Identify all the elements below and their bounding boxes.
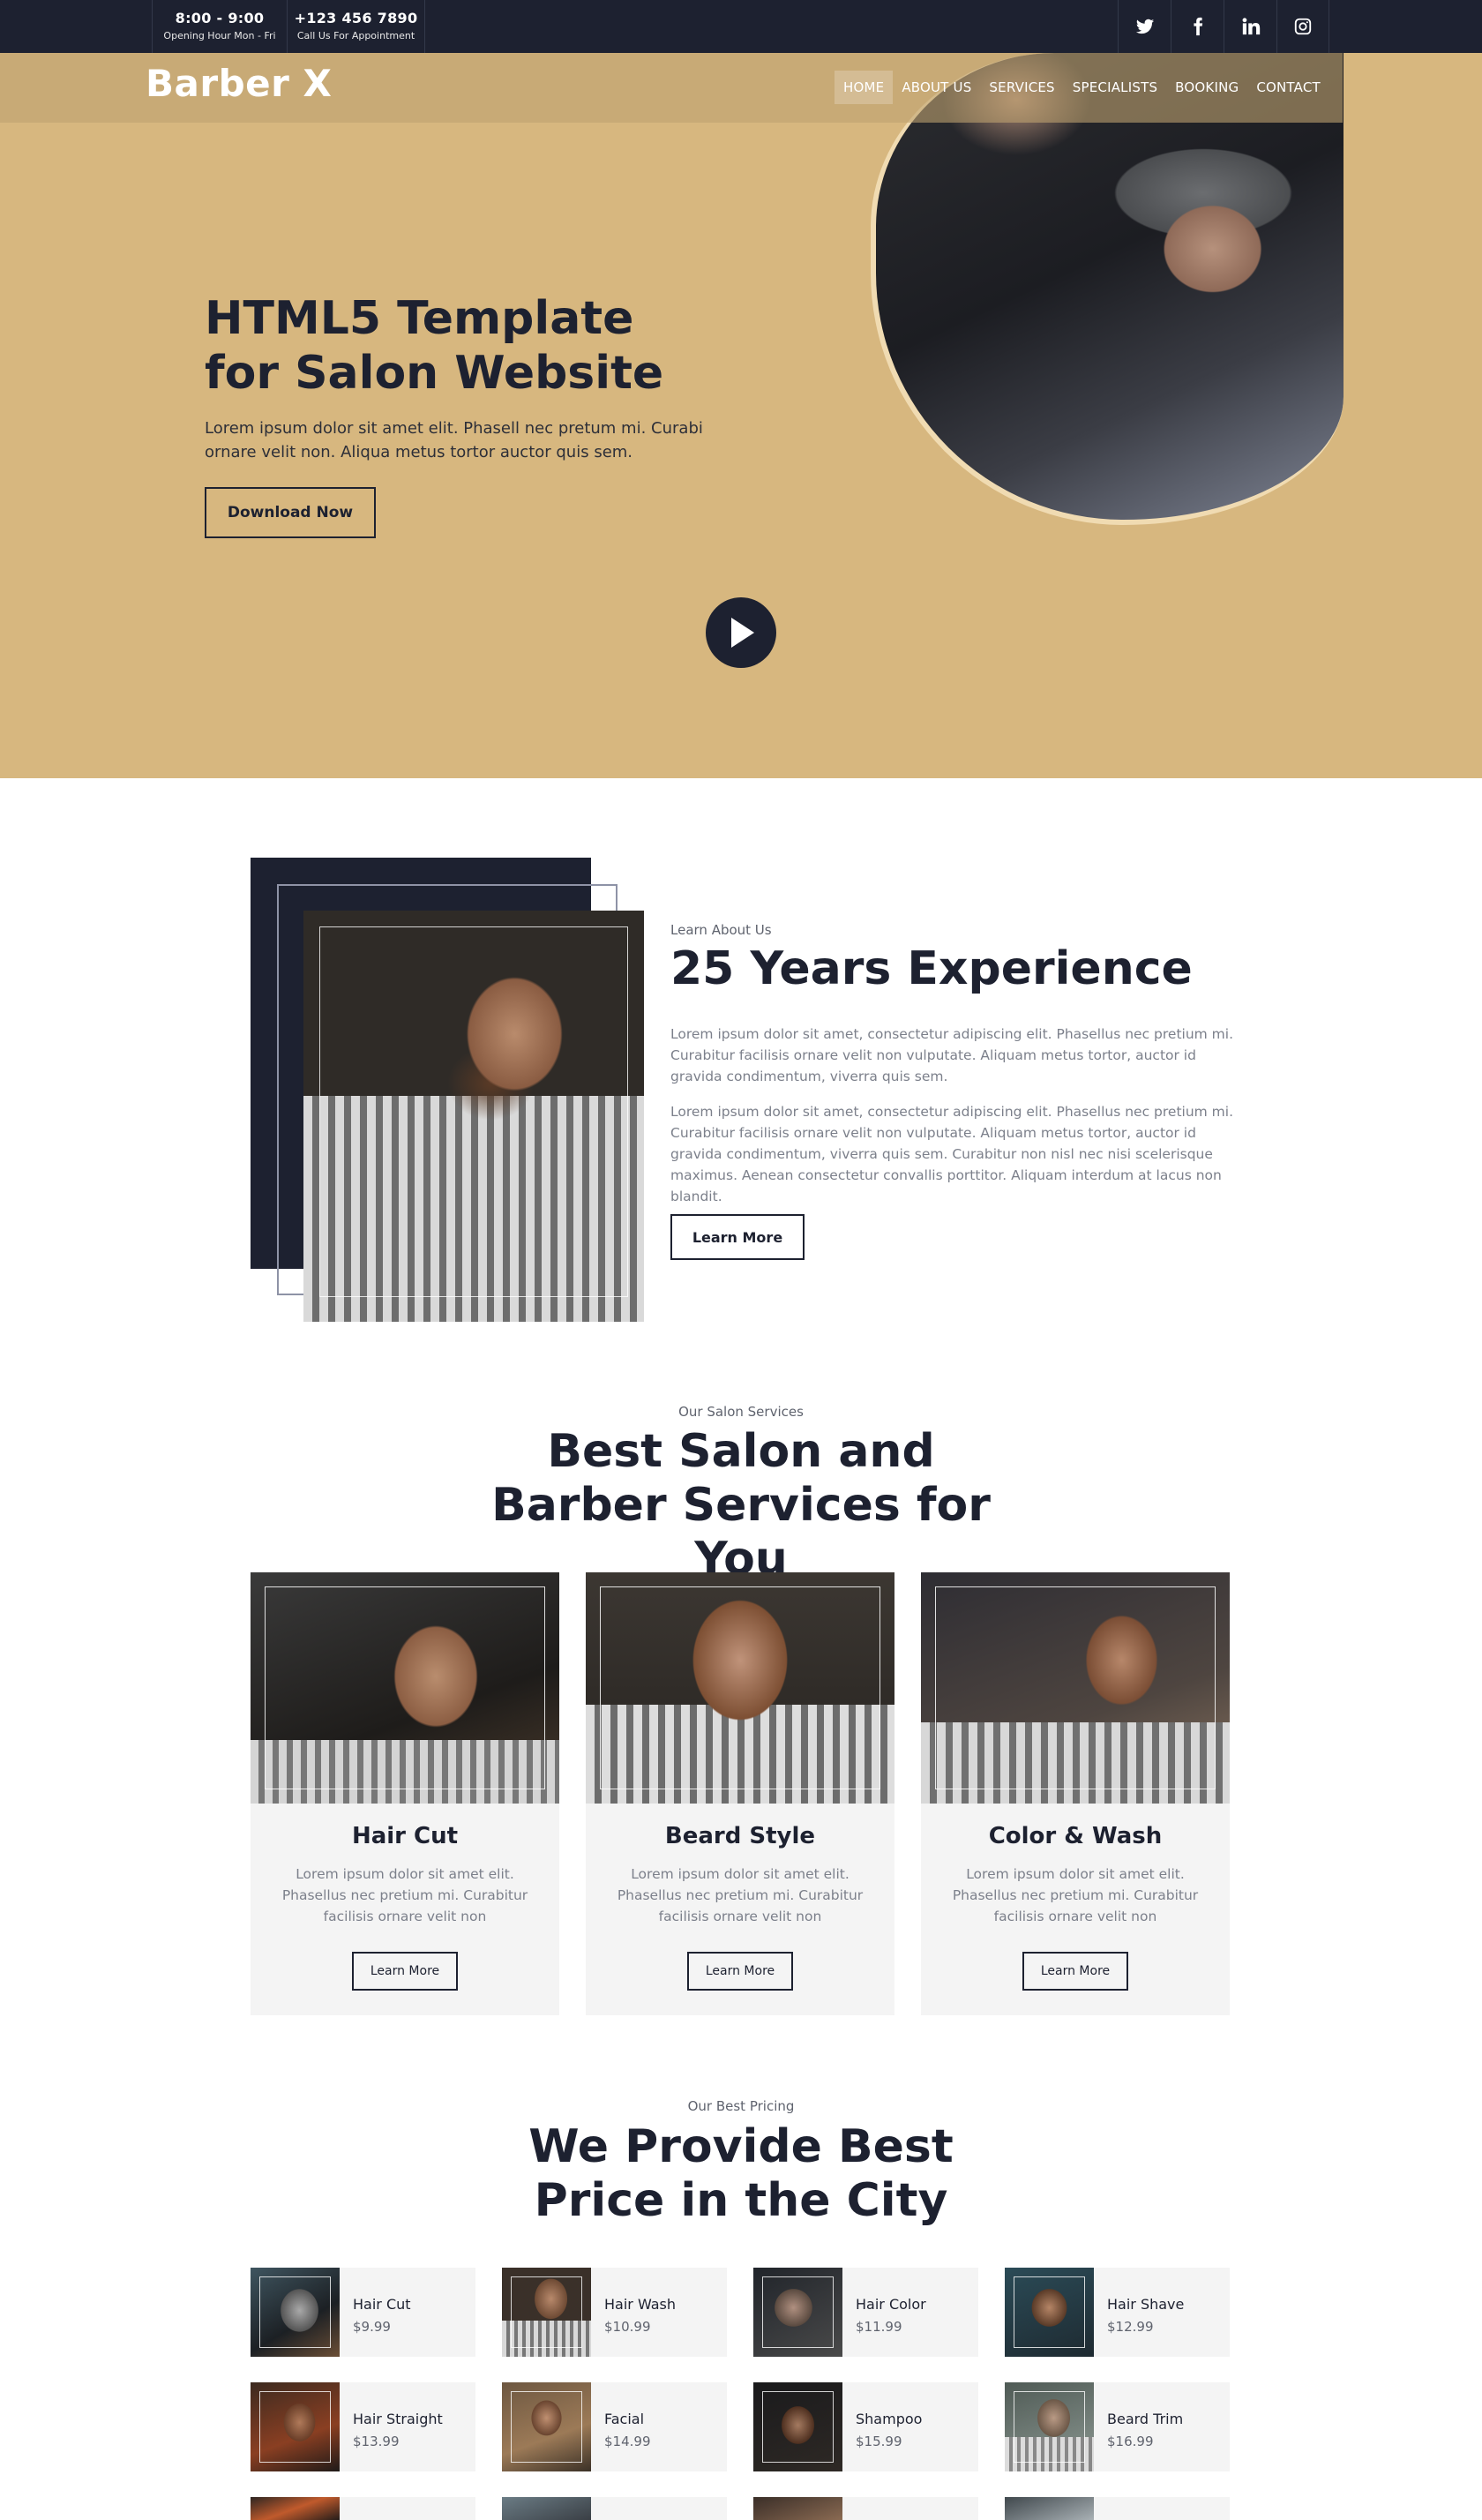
service-text: Lorem ipsum dolor sit amet elit. Phasell… [617,1866,864,1924]
service-card-hair-cut: Hair Cut Lorem ipsum dolor sit amet elit… [251,1572,559,2015]
top-bar: 8:00 - 9:00 Opening Hour Mon - Fri +123 … [0,0,1482,53]
play-icon [731,618,754,648]
price-item-price: $15.99 [856,2434,902,2449]
about-label: Learn About Us [670,922,772,938]
service-title: Beard Style [664,1823,816,1849]
hero-text: Lorem ipsum dolor sit amet elit. Phasell… [205,419,703,461]
about-image-frame [319,926,628,1297]
price-thumbnail-frame [259,2276,331,2348]
service-title: Color & Wash [988,1823,1163,1849]
services-label: Our Salon Services [678,1404,804,1420]
hero-title: HTML5 Template for Salon Website [205,292,664,400]
facebook-link[interactable] [1171,0,1224,53]
service-learn-more-button[interactable]: Learn More [352,1952,458,1991]
nav-about-us[interactable]: ABOUT US [893,71,980,104]
linkedin-icon [1242,18,1260,35]
price-item [1005,2497,1230,2520]
price-item: Hair Straight $13.99 [251,2382,475,2471]
about-learn-more-button[interactable]: Learn More [670,1214,805,1260]
phone-contact: +123 456 7890 Call Us For Appointment [287,0,425,53]
phone-label: Call Us For Appointment [296,30,415,41]
twitter-icon [1135,19,1154,34]
price-item-name: Hair Shave [1107,2296,1185,2313]
service-image-frame [265,1586,545,1789]
price-item: Beard Trim $16.99 [1005,2382,1230,2471]
price-item-name: Beard Trim [1107,2411,1184,2427]
price-thumbnail-frame [511,2391,582,2463]
about-title: 25 Years Experience [670,942,1193,995]
price-item: Facial $14.99 [502,2382,727,2471]
service-image-frame [935,1586,1216,1789]
pricing-title: We Provide Best Price in the City [528,2120,954,2227]
about-paragraph-2: Lorem ipsum dolor sit amet, consectetur … [670,1104,1234,1204]
price-item-name: Hair Cut [353,2296,411,2313]
price-item [502,2497,727,2520]
price-item-name: Hair Color [856,2296,926,2313]
service-card-color-wash: Color & Wash Lorem ipsum dolor sit amet … [921,1572,1230,2015]
service-title: Hair Cut [351,1823,459,1849]
linkedin-link[interactable] [1224,0,1276,53]
price-item-price: $10.99 [604,2319,651,2335]
price-item-name: Facial [604,2411,645,2427]
price-item-price: $14.99 [604,2434,651,2449]
price-item: Hair Wash $10.99 [502,2268,727,2357]
price-item-price: $9.99 [353,2319,391,2335]
price-item: Hair Cut $9.99 [251,2268,475,2357]
price-thumbnail-frame [762,2276,834,2348]
hero-image [871,53,1344,525]
instagram-link[interactable] [1276,0,1329,53]
price-thumbnail-frame [1014,2391,1085,2463]
nav-services[interactable]: SERVICES [980,71,1063,104]
service-learn-more-button[interactable]: Learn More [1022,1952,1128,1991]
phone-number: +123 456 7890 [294,10,418,26]
service-image-frame [600,1586,880,1789]
main-nav: HOME ABOUT US SERVICES SPECIALISTS BOOKI… [835,71,1329,104]
price-thumbnail [502,2497,591,2520]
price-item-price: $12.99 [1107,2319,1154,2335]
price-item-name: Hair Wash [604,2296,677,2313]
play-video-button[interactable] [706,597,776,668]
price-thumbnail-frame [259,2391,331,2463]
price-item [251,2497,475,2520]
price-item: Hair Shave $12.99 [1005,2268,1230,2357]
pricing-label: Our Best Pricing [687,2098,795,2114]
price-item: Hair Color $11.99 [753,2268,978,2357]
about-paragraph-1: Lorem ipsum dolor sit amet, consectetur … [670,1026,1234,1084]
price-item-price: $16.99 [1107,2434,1154,2449]
facebook-icon [1193,17,1202,36]
download-now-button[interactable]: Download Now [205,487,376,538]
price-item-name: Shampoo [856,2411,923,2427]
services-title: Best Salon and Barber Services for You [491,1425,991,1586]
nav-contact[interactable]: CONTACT [1247,71,1329,104]
nav-home[interactable]: HOME [835,71,894,104]
nav-booking[interactable]: BOOKING [1166,71,1247,104]
service-learn-more-button[interactable]: Learn More [687,1952,793,1991]
twitter-link[interactable] [1118,0,1171,53]
opening-hours-label: Opening Hour Mon - Fri [163,30,276,41]
price-item-price: $13.99 [353,2434,400,2449]
price-thumbnail-frame [762,2391,834,2463]
service-text: Lorem ipsum dolor sit amet elit. Phasell… [952,1866,1199,1924]
price-thumbnail [251,2497,340,2520]
price-item-name: Hair Straight [353,2411,443,2427]
price-item [753,2497,978,2520]
hero-section [0,53,1482,778]
price-item: Shampoo $15.99 [753,2382,978,2471]
opening-hours-time: 8:00 - 9:00 [175,10,265,26]
opening-hours: 8:00 - 9:00 Opening Hour Mon - Fri [152,0,287,53]
instagram-icon [1294,18,1312,35]
price-thumbnail [1005,2497,1094,2520]
price-item-price: $11.99 [856,2319,902,2335]
price-thumbnail-frame [1014,2276,1085,2348]
price-thumbnail [753,2497,842,2520]
service-text: Lorem ipsum dolor sit amet elit. Phasell… [281,1866,528,1924]
price-thumbnail-frame [511,2276,582,2348]
nav-specialists[interactable]: SPECIALISTS [1064,71,1166,104]
service-card-beard-style: Beard Style Lorem ipsum dolor sit amet e… [586,1572,894,2015]
site-logo[interactable]: Barber X [146,62,332,105]
